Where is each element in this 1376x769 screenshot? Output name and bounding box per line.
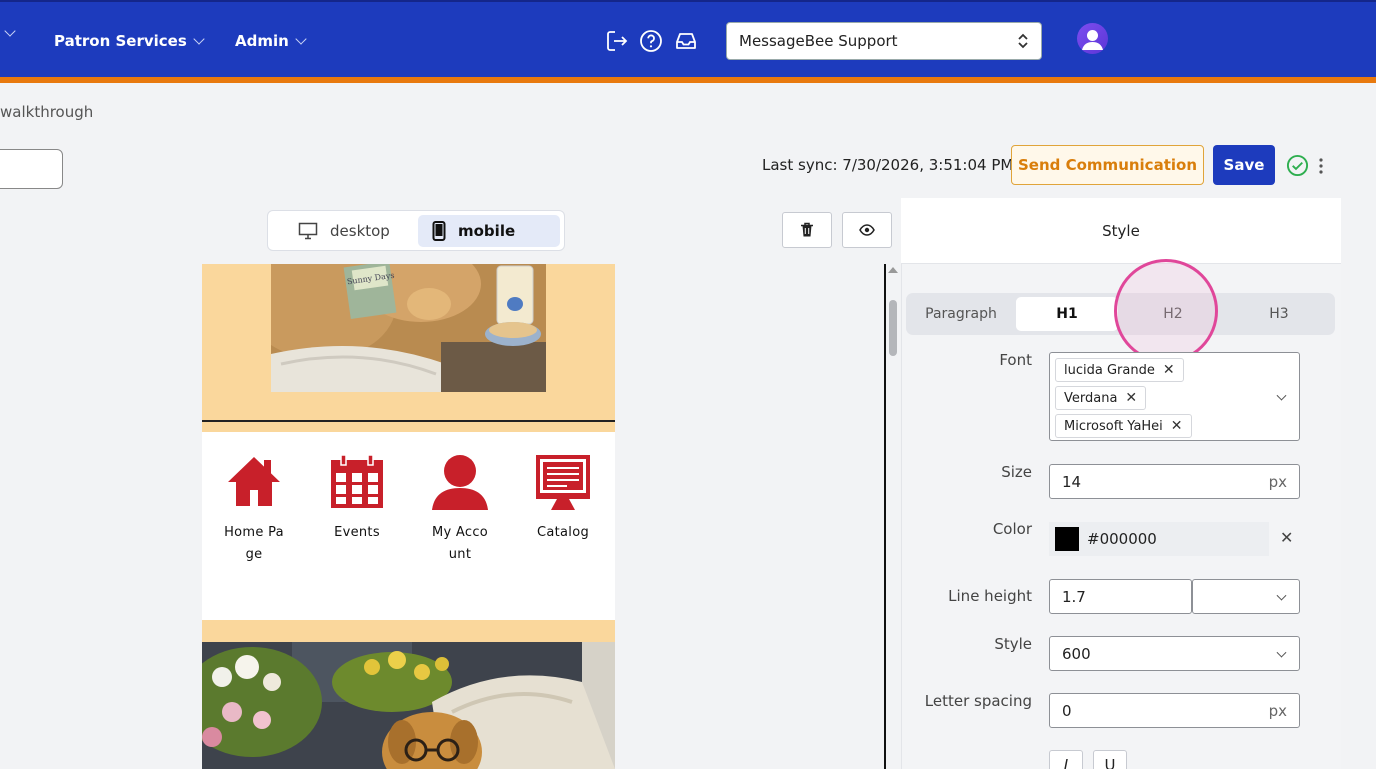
organization-select-value: MessageBee Support (739, 32, 898, 50)
help-icon[interactable] (639, 29, 663, 53)
chevron-down-icon (1276, 390, 1287, 401)
size-unit: px (1268, 472, 1287, 491)
link-label: Home Page (224, 525, 284, 562)
scroll-up-arrow-icon[interactable] (888, 267, 898, 273)
nav-menu-partial[interactable] (0, 25, 16, 37)
tab-h3[interactable]: H3 (1228, 297, 1330, 331)
desktop-icon (298, 222, 318, 240)
font-weight-select[interactable]: 600 (1049, 636, 1300, 671)
save-button[interactable]: Save (1213, 145, 1275, 185)
top-nav-bar: Patron Services Admin MessageBee Support (0, 0, 1376, 77)
nav-label: Patron Services (54, 32, 187, 50)
color-label: Color (992, 520, 1032, 538)
send-communication-button[interactable]: Send Communication (1011, 145, 1204, 185)
nav-menu-admin[interactable]: Admin (235, 32, 307, 50)
mobile-label: mobile (458, 222, 516, 240)
letter-spacing-unit: px (1268, 701, 1287, 720)
link-events[interactable]: Events (322, 454, 392, 544)
preview-button[interactable] (842, 212, 892, 248)
size-label: Size (1001, 463, 1032, 481)
style-label: Style (994, 635, 1032, 653)
nav-label: Admin (235, 32, 289, 50)
line-height-input[interactable]: 1.7 (1049, 579, 1192, 614)
mobile-icon (432, 221, 446, 241)
font-tag: Microsoft YaHei ✕ (1055, 414, 1192, 438)
font-multiselect[interactable]: lucida Grande ✕ Verdana ✕ Microsoft YaHe… (1049, 352, 1300, 441)
chevron-down-icon (1276, 647, 1287, 658)
link-catalog[interactable]: Catalog (528, 454, 598, 544)
monitor-icon (536, 455, 590, 510)
hero-section-top[interactable]: Sunny Days (202, 264, 615, 432)
device-toggle: desktop mobile (267, 210, 565, 251)
font-tag: lucida Grande ✕ (1055, 358, 1184, 382)
chevron-down-icon (295, 32, 307, 45)
clear-color-icon[interactable]: ✕ (1280, 528, 1293, 547)
user-avatar[interactable] (1077, 23, 1108, 54)
eye-icon (859, 224, 875, 236)
trash-icon (801, 222, 813, 237)
calendar-icon (331, 454, 383, 508)
logout-icon[interactable] (605, 29, 629, 53)
preview-border-line (884, 264, 886, 769)
home-icon (228, 457, 280, 506)
updown-chevron-icon (1018, 33, 1028, 49)
highlight-annotation (1114, 259, 1218, 363)
underline-button[interactable]: U (1093, 750, 1127, 769)
tab-h1[interactable]: H1 (1016, 297, 1118, 331)
dog-reading-image[interactable]: Sunny Days (271, 264, 546, 392)
dog-garden-photo (202, 642, 615, 769)
user-icon (432, 455, 488, 510)
link-label: Events (334, 525, 380, 540)
link-home-page[interactable]: Home Page (219, 454, 289, 566)
color-swatch[interactable] (1055, 527, 1079, 551)
font-tag: Verdana ✕ (1055, 386, 1147, 410)
letter-spacing-value: 0 (1062, 701, 1072, 720)
last-sync-status: Last sync: 7/30/2026, 3:51:04 PM (762, 156, 1014, 174)
color-value: #000000 (1087, 530, 1157, 548)
breadcrumb[interactable]: walkthrough (0, 103, 93, 121)
chevron-down-icon (193, 32, 205, 45)
link-label: My Account (431, 525, 489, 562)
remove-tag-icon[interactable]: ✕ (1171, 418, 1183, 434)
scrollbar-thumb[interactable] (889, 300, 897, 356)
letter-spacing-label: Letter spacing (924, 692, 1032, 710)
letter-spacing-input[interactable]: 0 px (1049, 693, 1300, 728)
line-height-unit-select[interactable] (1192, 579, 1300, 614)
desktop-label: desktop (330, 222, 390, 240)
size-input[interactable]: 14 px (1049, 464, 1300, 499)
size-value: 14 (1062, 472, 1082, 491)
desktop-view-button[interactable]: desktop (284, 215, 424, 247)
quick-links-row[interactable]: Home Page Events My Account Catalog (202, 432, 615, 620)
color-input[interactable]: #000000 (1049, 522, 1269, 556)
tab-paragraph[interactable]: Paragraph (910, 297, 1012, 331)
link-my-account[interactable]: My Account (425, 454, 495, 566)
chevron-down-icon (1276, 590, 1287, 601)
hero-section-bottom[interactable] (202, 620, 615, 769)
nav-menu-patron-services[interactable]: Patron Services (54, 32, 205, 50)
communication-name-input[interactable] (0, 149, 63, 189)
mobile-view-button[interactable]: mobile (418, 215, 560, 247)
style-panel-title: Style (901, 198, 1341, 264)
divider-line (202, 420, 615, 422)
inbox-icon[interactable] (674, 29, 698, 53)
delete-button[interactable] (782, 212, 832, 248)
line-height-label: Line height (948, 587, 1032, 605)
user-icon (1082, 30, 1103, 50)
dog-reading-illustration: Sunny Days (271, 264, 546, 392)
check-circle-icon (1286, 154, 1309, 177)
italic-button[interactable]: I (1049, 750, 1083, 769)
chevron-down-icon (4, 25, 16, 37)
link-label: Catalog (536, 525, 590, 540)
dog-garden-image[interactable] (202, 642, 615, 769)
font-label: Font (999, 351, 1032, 369)
accent-stripe (0, 77, 1376, 83)
more-options-icon[interactable] (1318, 157, 1324, 175)
email-preview: Sunny Days Home Page Events My Account C… (202, 264, 615, 769)
remove-tag-icon[interactable]: ✕ (1125, 390, 1137, 406)
remove-tag-icon[interactable]: ✕ (1163, 362, 1175, 378)
organization-select[interactable]: MessageBee Support (726, 22, 1042, 60)
font-weight-value: 600 (1062, 644, 1091, 663)
line-height-value: 1.7 (1062, 587, 1086, 606)
